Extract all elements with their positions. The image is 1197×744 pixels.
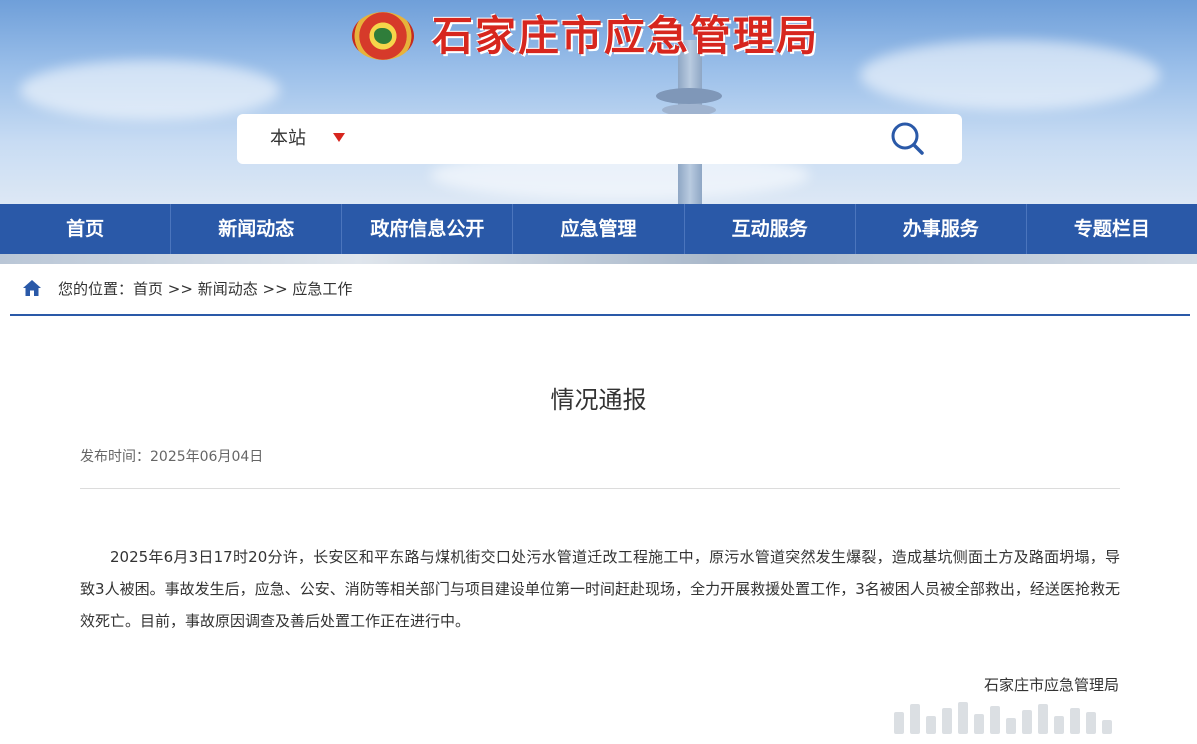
triangle-down-icon[interactable] bbox=[333, 133, 345, 142]
nav-item-topics[interactable]: 专题栏目 bbox=[1027, 204, 1197, 254]
site-title[interactable]: 石家庄市应急管理局 bbox=[432, 8, 819, 64]
breadcrumb-home-link[interactable]: 首页 bbox=[133, 280, 163, 298]
search-input[interactable] bbox=[362, 122, 882, 156]
breadcrumb: 您的位置：首页 >> 新闻动态 >> 应急工作 bbox=[10, 266, 1190, 316]
breadcrumb-emergency-work-link[interactable]: 应急工作 bbox=[292, 280, 352, 298]
nav-item-interaction[interactable]: 互动服务 bbox=[685, 204, 856, 254]
publish-date: 2025年06月04日 bbox=[150, 449, 264, 465]
breadcrumb-text: 您的位置：首页 >> 新闻动态 >> 应急工作 bbox=[58, 266, 352, 312]
banner-cloud bbox=[20, 60, 280, 120]
emblem-logo[interactable] bbox=[352, 12, 414, 60]
nav-decor-strip bbox=[0, 254, 1197, 264]
nav-item-home[interactable]: 首页 bbox=[0, 204, 172, 254]
banner-cloud bbox=[860, 40, 1160, 110]
nav-item-gov-info[interactable]: 政府信息公开 bbox=[342, 204, 514, 254]
publish-info: 发布时间：2025年06月04日 bbox=[80, 446, 263, 468]
header-banner: 石家庄市应急管理局 本站 bbox=[0, 0, 1197, 204]
main-nav: 首页 新闻动态 政府信息公开 应急管理 互动服务 办事服务 专题栏目 bbox=[0, 204, 1197, 254]
search-scope-select[interactable]: 本站 bbox=[270, 114, 306, 164]
search-icon[interactable] bbox=[887, 119, 927, 159]
divider bbox=[80, 488, 1120, 489]
search-bar: 本站 bbox=[237, 114, 962, 164]
article-signature: 石家庄市应急管理局 bbox=[983, 676, 1119, 694]
nav-item-services[interactable]: 办事服务 bbox=[856, 204, 1027, 254]
nav-item-news[interactable]: 新闻动态 bbox=[171, 204, 343, 254]
nav-item-emergency-management[interactable]: 应急管理 bbox=[513, 204, 685, 254]
article-title: 情况通报 bbox=[550, 386, 647, 414]
banner-tower-disc bbox=[656, 88, 722, 104]
breadcrumb-separator: >> bbox=[163, 280, 198, 298]
publish-label: 发布时间： bbox=[80, 449, 150, 465]
article-body: 2025年6月3日17时20分许，长安区和平东路与煤机街交口处污水管道迁改工程施… bbox=[80, 548, 1120, 630]
home-icon bbox=[23, 280, 41, 296]
breadcrumb-separator: >> bbox=[257, 280, 293, 298]
breadcrumb-prefix: 您的位置： bbox=[58, 280, 134, 298]
watermark-graphic bbox=[894, 698, 1190, 734]
breadcrumb-news-link[interactable]: 新闻动态 bbox=[198, 280, 258, 298]
